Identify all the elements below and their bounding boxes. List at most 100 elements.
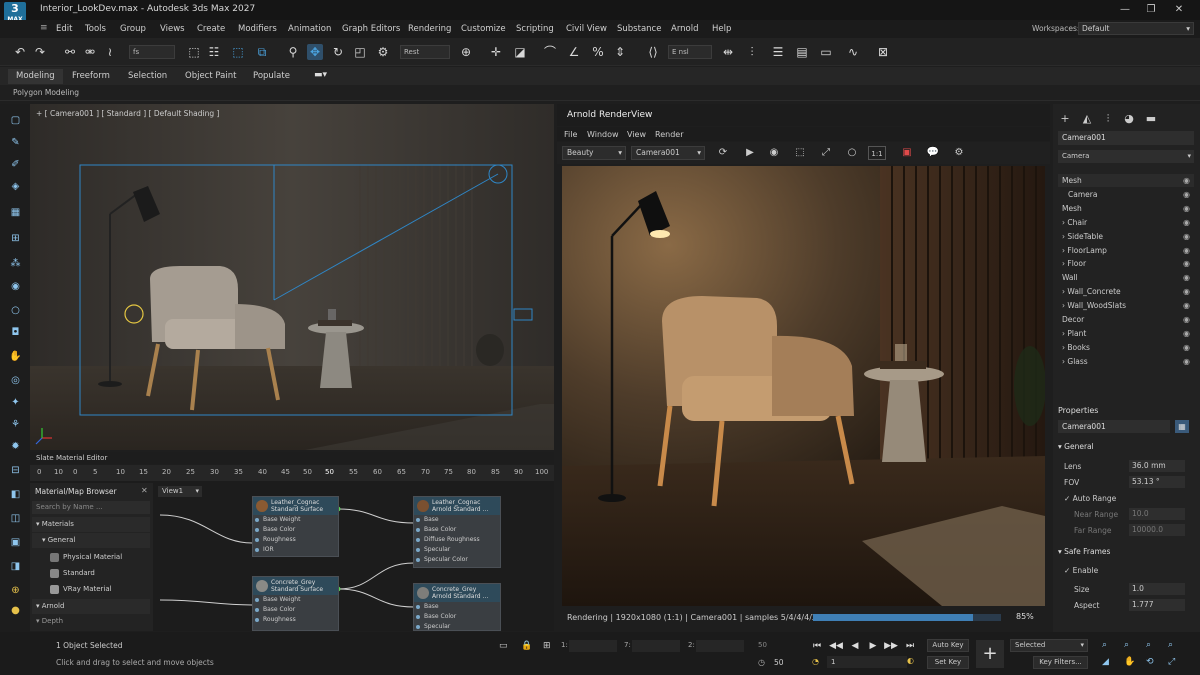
time-slider-icon[interactable]: ◐: [907, 656, 914, 665]
object-type-select[interactable]: Camera ▾: [1058, 150, 1194, 163]
auto-key-button[interactable]: Auto Key: [927, 639, 969, 652]
menu-graph-editors[interactable]: Graph Editors: [342, 24, 400, 34]
material-node[interactable]: Leather_Cognac Standard Surface Base Weig…: [252, 496, 339, 557]
scatter-icon[interactable]: ⁂: [9, 257, 22, 270]
tree-item-vray[interactable]: VRay Material: [32, 581, 150, 597]
menu-civil-view[interactable]: Civil View: [566, 24, 607, 34]
mirror-icon[interactable]: ⇹: [720, 44, 736, 60]
visibility-eye-icon[interactable]: ◉: [1183, 341, 1190, 354]
browser-close-icon[interactable]: ✕: [141, 486, 148, 495]
menu-modifiers[interactable]: Modifiers: [238, 24, 277, 34]
named-selection-set-select[interactable]: E nsl: [668, 45, 712, 59]
maximize-viewport-icon[interactable]: ⤢: [1168, 657, 1175, 667]
node-port[interactable]: Base Weight: [253, 515, 338, 525]
snapshot-icon[interactable]: ▣: [900, 146, 914, 160]
scene-item[interactable]: › Wall_WoodSlats ◉: [1058, 299, 1194, 312]
visibility-eye-icon[interactable]: ◉: [1183, 188, 1190, 201]
scene-item[interactable]: Wall ◉: [1058, 271, 1194, 284]
select-and-link-icon[interactable]: ⚲: [285, 44, 301, 60]
target-icon[interactable]: ◎: [9, 374, 22, 387]
scene-item[interactable]: Decor ◉: [1058, 313, 1194, 326]
scene-item[interactable]: › Plant ◉: [1058, 327, 1194, 340]
ribbon-tab-modeling[interactable]: Modeling: [8, 69, 63, 84]
menu-substance[interactable]: Substance: [617, 24, 661, 34]
scene-item[interactable]: › Floor ◉: [1058, 257, 1194, 270]
align-icon[interactable]: ⫶: [744, 44, 760, 60]
render-setup-icon[interactable]: ◫: [9, 512, 22, 525]
schematic-view-icon[interactable]: ⊠: [875, 44, 891, 60]
material-node[interactable]: Concrete_Grey Arnold Standard ... Base Ba…: [413, 583, 501, 631]
crop-region-icon[interactable]: ⬚: [793, 146, 807, 160]
grid-icon[interactable]: ▦: [9, 206, 22, 219]
y-coord-field[interactable]: [632, 640, 680, 652]
zoom-extents-icon[interactable]: ⌕: [1146, 640, 1151, 650]
arrange-icon[interactable]: ⊞: [9, 232, 22, 245]
node-port[interactable]: Specular Color: [414, 555, 500, 565]
aov-select[interactable]: Beauty ▾: [562, 146, 626, 160]
transform-icon[interactable]: ◈: [9, 180, 22, 193]
display-tab-icon[interactable]: ▬: [1144, 112, 1158, 126]
layer-explorer-icon[interactable]: ▤: [794, 44, 810, 60]
absolute-mode-icon[interactable]: ⊞: [543, 641, 551, 651]
orbit-view-icon[interactable]: ⟲: [1146, 657, 1154, 667]
ipr-refresh-icon[interactable]: ⟳: [716, 146, 730, 160]
ratio-button[interactable]: 1:1: [868, 146, 886, 160]
percent-snap-icon[interactable]: %: [590, 44, 606, 60]
scene-item[interactable]: › Glass ◉: [1058, 355, 1194, 368]
visibility-eye-icon[interactable]: ◉: [1183, 327, 1190, 340]
key-mode-select[interactable]: Selected ▾: [1010, 639, 1088, 652]
far-range-field[interactable]: 10000.0: [1129, 524, 1185, 536]
color-swatch-button[interactable]: ▦: [1175, 420, 1189, 433]
selection-filter-select[interactable]: fs: [129, 45, 175, 59]
render-image[interactable]: [562, 166, 1045, 606]
undo-icon[interactable]: ↶: [12, 44, 28, 60]
brush-icon[interactable]: ✐: [9, 158, 22, 171]
node-port[interactable]: Roughness: [253, 615, 338, 625]
use-pivot-center-icon[interactable]: ⊕: [458, 44, 474, 60]
tree-materials[interactable]: ▾ Materials: [32, 517, 150, 532]
zoom-extents-all-icon[interactable]: ⌕: [1168, 640, 1173, 650]
scene-item[interactable]: › Books ◉: [1058, 341, 1194, 354]
tree-item-physical[interactable]: Physical Material: [32, 549, 150, 565]
modify-tab-icon[interactable]: ◭: [1080, 112, 1094, 126]
visibility-eye-icon[interactable]: ◉: [1183, 271, 1190, 284]
properties-name-field[interactable]: Camera001: [1058, 420, 1170, 433]
play-render-icon[interactable]: ▶: [743, 146, 757, 160]
paint-icon[interactable]: ✎: [9, 136, 22, 149]
node-port[interactable]: Roughness: [253, 535, 338, 545]
tree-general[interactable]: ▾ General: [32, 533, 150, 548]
visibility-eye-icon[interactable]: ◉: [1183, 230, 1190, 243]
material-editor-icon[interactable]: ◧: [9, 488, 22, 501]
render-camera-select[interactable]: Camera001 ▾: [631, 146, 705, 160]
curve-editor-icon[interactable]: ∿: [845, 44, 861, 60]
scene-item[interactable]: Mesh ◉: [1058, 202, 1194, 215]
restore-icon[interactable]: ❐: [1144, 3, 1158, 16]
lock-icon[interactable]: 🔒: [521, 641, 532, 651]
workspace-select[interactable]: Default ▾: [1078, 22, 1194, 35]
menu-create[interactable]: Create: [197, 24, 225, 34]
scene-item[interactable]: › Wall_Concrete ◉: [1058, 285, 1194, 298]
rv-menu-file[interactable]: File: [564, 130, 577, 139]
enable-checkbox[interactable]: ✓ Enable: [1064, 566, 1098, 575]
node-port[interactable]: Base Weight: [253, 595, 338, 605]
rv-menu-window[interactable]: Window: [587, 130, 619, 139]
menu-edit[interactable]: Edit: [56, 24, 72, 34]
walk-icon[interactable]: ⚘: [9, 418, 22, 431]
scene-item[interactable]: › Chair ◉: [1058, 216, 1194, 229]
aspect-field[interactable]: 1.777: [1129, 599, 1185, 611]
select-and-scale-icon[interactable]: ◰: [352, 44, 368, 60]
node-port[interactable]: Specular: [414, 545, 500, 555]
render-frame-icon[interactable]: ▣: [9, 536, 22, 549]
unlink-icon[interactable]: ⚮: [82, 44, 98, 60]
field-of-view-icon[interactable]: ◢: [1102, 657, 1109, 667]
node-port[interactable]: Base Color: [414, 612, 500, 622]
link-icon[interactable]: ⚯: [62, 44, 78, 60]
scene-item[interactable]: Camera ◉: [1058, 188, 1194, 201]
menu-customize[interactable]: Customize: [461, 24, 506, 34]
comment-icon[interactable]: 💬: [926, 146, 940, 160]
visibility-eye-icon[interactable]: ◉: [1183, 299, 1190, 312]
component-icon[interactable]: ⊟: [9, 464, 22, 477]
safe-frames-section[interactable]: ▾ Safe Frames: [1058, 547, 1110, 556]
ribbon-tab-selection[interactable]: Selection: [120, 69, 175, 84]
z-coord-field[interactable]: [696, 640, 744, 652]
